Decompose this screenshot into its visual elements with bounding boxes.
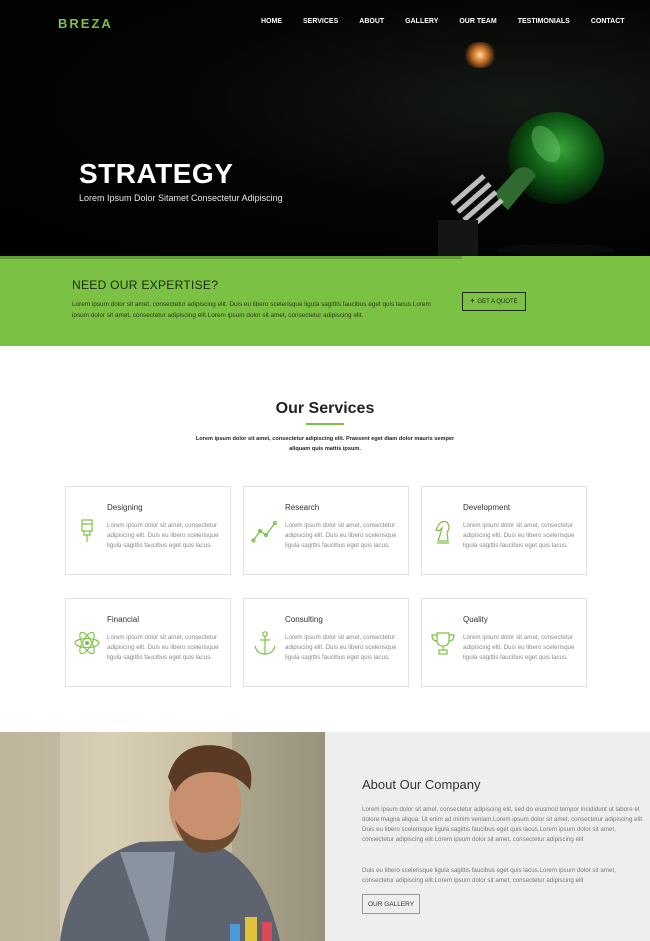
site-logo[interactable]: BREZA xyxy=(58,16,113,31)
expertise-banner: NEED OUR EXPERTISE? Lorem ipsum dolor si… xyxy=(0,256,650,346)
card-text: Lorem ipsum dolor sit amet, consectetur … xyxy=(463,634,575,661)
card-text: Lorem ipsum dolor sit amet, consectetur … xyxy=(463,522,575,549)
main-nav: HOME SERVICES ABOUT GALLERY OUR TEAM TES… xyxy=(261,18,646,25)
card-title: Quality xyxy=(463,615,488,624)
paint-brush-icon xyxy=(81,519,93,542)
about-title: About Our Company xyxy=(362,777,481,792)
card-title: Designing xyxy=(107,503,143,512)
nav-item-home[interactable]: HOME xyxy=(261,18,282,25)
plus-icon: + xyxy=(470,298,475,305)
anchor-icon xyxy=(254,631,276,655)
service-card-designing[interactable]: Designing Lorem ipsum dolor sit amet, co… xyxy=(65,486,231,575)
line-chart-icon xyxy=(251,520,278,543)
get-a-quote-label: GET A QUOTE xyxy=(477,298,518,305)
card-text: Lorem ipsum dolor sit amet, consectetur … xyxy=(285,522,397,549)
card-text: Lorem ipsum dolor sit amet, consectetur … xyxy=(285,634,397,661)
card-text: Lorem ipsum dolor sit amet, consectetur … xyxy=(107,634,219,661)
card-title: Financial xyxy=(107,615,140,624)
about-paragraph-1: Lorem ipsum dolor sit amet, consectetur … xyxy=(362,806,644,843)
get-a-quote-button[interactable]: + GET A QUOTE xyxy=(462,292,526,311)
service-card-financial[interactable]: Financial Lorem ipsum dolor sit amet, co… xyxy=(65,598,231,687)
title-underline xyxy=(306,423,344,425)
nav-item-contact[interactable]: CONTACT xyxy=(591,18,625,25)
card-text: Lorem ipsum dolor sit amet, consectetur … xyxy=(107,522,219,549)
service-card-consulting[interactable]: Consulting Lorem ipsum dolor sit amet, c… xyxy=(243,598,409,687)
card-title: Development xyxy=(463,503,511,512)
card-title: Research xyxy=(285,503,320,512)
expertise-title: NEED OUR EXPERTISE? xyxy=(72,278,219,292)
about-content: About Our Company Lorem ipsum dolor sit … xyxy=(325,732,650,941)
nav-item-our-team[interactable]: OUR TEAM xyxy=(459,18,496,25)
nav-item-gallery[interactable]: GALLERY xyxy=(405,18,438,25)
hero-subtitle: Lorem Ipsum Dolor Sitamet Consectetur Ad… xyxy=(79,193,283,203)
light-bulb-image xyxy=(438,112,616,256)
services-description: Lorem ipsum dolor sit amet, consectetur … xyxy=(195,436,455,452)
nav-item-about[interactable]: ABOUT xyxy=(359,18,384,25)
trophy-icon xyxy=(431,632,455,655)
hero-title: STRATEGY xyxy=(79,158,234,189)
about-paragraph-2: Duis eu libero scelerisque ligula sagitt… xyxy=(362,867,616,884)
atom-icon xyxy=(74,631,100,655)
services-title: Our Services xyxy=(275,400,375,417)
chess-knight-icon xyxy=(435,520,450,544)
bokeh-light xyxy=(462,42,498,68)
card-title: Consulting xyxy=(285,615,323,624)
our-gallery-button[interactable]: OUR GALLERY xyxy=(362,894,420,914)
about-section: About Our Company Lorem ipsum dolor sit … xyxy=(0,732,650,941)
service-card-quality[interactable]: Quality Lorem ipsum dolor sit amet, cons… xyxy=(421,598,587,687)
service-card-research[interactable]: Research Lorem ipsum dolor sit amet, con… xyxy=(243,486,409,575)
service-card-development[interactable]: Development Lorem ipsum dolor sit amet, … xyxy=(421,486,587,575)
man-at-desk-photo xyxy=(0,732,325,941)
hero-banner: BREZA HOME SERVICES ABOUT GALLERY OUR TE… xyxy=(0,0,650,256)
expertise-text: Lorem ipsum dolor sit amet, consectetur … xyxy=(72,301,431,319)
divider xyxy=(0,256,462,259)
nav-item-services[interactable]: SERVICES xyxy=(303,18,338,25)
nav-item-testimonials[interactable]: TESTIMONIALS xyxy=(518,18,570,25)
